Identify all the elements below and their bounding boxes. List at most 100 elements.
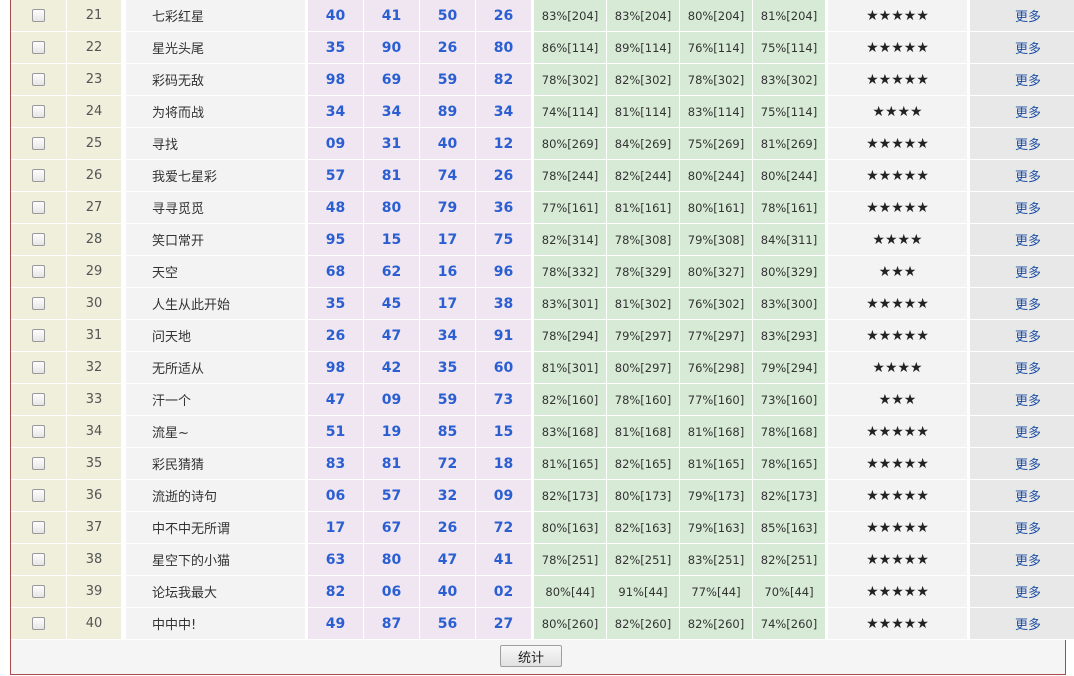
more-link[interactable]: 更多	[1015, 42, 1041, 57]
more-link[interactable]: 更多	[1015, 394, 1041, 409]
row-checkbox[interactable]	[32, 361, 45, 374]
predicted-number: 60	[476, 352, 532, 384]
predicted-number: 83	[308, 448, 364, 480]
row-index: 25	[67, 128, 122, 160]
more-link[interactable]: 更多	[1015, 330, 1041, 345]
more-link[interactable]: 更多	[1015, 490, 1041, 505]
more-cell: 更多	[970, 448, 1074, 480]
row-index: 23	[67, 64, 122, 96]
predicted-number: 95	[308, 224, 364, 256]
row-checkbox[interactable]	[32, 9, 45, 22]
row-checkbox-cell	[11, 384, 67, 416]
more-cell: 更多	[970, 256, 1074, 288]
predicted-number: 50	[420, 0, 476, 32]
predicted-number: 41	[476, 544, 532, 576]
predicted-number: 09	[364, 384, 420, 416]
more-link[interactable]: 更多	[1015, 522, 1041, 537]
row-checkbox[interactable]	[32, 137, 45, 150]
predicted-number: 17	[420, 224, 476, 256]
hit-rate: 75%[114]	[753, 96, 826, 128]
star-rating: ★★★★★	[828, 320, 968, 352]
more-link[interactable]: 更多	[1015, 458, 1041, 473]
row-checkbox[interactable]	[32, 41, 45, 54]
more-link[interactable]: 更多	[1015, 362, 1041, 377]
hit-rate: 83%[293]	[753, 320, 826, 352]
hit-rate: 74%[260]	[753, 608, 826, 640]
more-link[interactable]: 更多	[1015, 74, 1041, 89]
hit-rate: 82%[165]	[607, 448, 680, 480]
more-link[interactable]: 更多	[1015, 266, 1041, 281]
row-checkbox[interactable]	[32, 169, 45, 182]
row-checkbox[interactable]	[32, 425, 45, 438]
predicted-number: 82	[308, 576, 364, 608]
row-checkbox[interactable]	[32, 233, 45, 246]
more-cell: 更多	[970, 288, 1074, 320]
hit-rate: 80%[244]	[753, 160, 826, 192]
table-row: 22 星光头尾 35 90 26 80 86%[114] 89%[114] 76%[114] 75…	[11, 32, 1074, 64]
row-checkbox[interactable]	[32, 105, 45, 118]
predicted-number: 62	[364, 256, 420, 288]
row-checkbox-cell	[11, 320, 67, 352]
row-checkbox[interactable]	[32, 457, 45, 470]
more-cell: 更多	[970, 512, 1074, 544]
predicted-number: 51	[308, 416, 364, 448]
row-checkbox[interactable]	[32, 265, 45, 278]
row-checkbox[interactable]	[32, 617, 45, 630]
user-name: 中不中无所谓	[126, 512, 306, 544]
row-checkbox[interactable]	[32, 521, 45, 534]
more-link[interactable]: 更多	[1015, 426, 1041, 441]
more-link[interactable]: 更多	[1015, 10, 1041, 25]
hit-rate: 80%[161]	[680, 192, 753, 224]
row-checkbox[interactable]	[32, 553, 45, 566]
more-cell: 更多	[970, 96, 1074, 128]
predicted-number: 63	[308, 544, 364, 576]
row-checkbox[interactable]	[32, 585, 45, 598]
stat-button[interactable]: 统计	[500, 645, 562, 667]
row-index: 30	[67, 288, 122, 320]
more-link[interactable]: 更多	[1015, 298, 1041, 313]
more-link[interactable]: 更多	[1015, 138, 1041, 153]
row-checkbox[interactable]	[32, 297, 45, 310]
row-index: 27	[67, 192, 122, 224]
row-checkbox[interactable]	[32, 73, 45, 86]
predicted-number: 34	[420, 320, 476, 352]
predicted-number: 34	[308, 96, 364, 128]
table-row: 28 笑口常开 95 15 17 75 82%[314] 78%[308] 79%[308] 84…	[11, 224, 1074, 256]
more-link[interactable]: 更多	[1015, 554, 1041, 569]
hit-rate: 83%[114]	[680, 96, 753, 128]
more-cell: 更多	[970, 128, 1074, 160]
more-link[interactable]: 更多	[1015, 234, 1041, 249]
more-cell: 更多	[970, 160, 1074, 192]
star-rating: ★★★	[828, 384, 968, 416]
predicted-number: 87	[364, 608, 420, 640]
predicted-number: 35	[308, 288, 364, 320]
more-cell: 更多	[970, 32, 1074, 64]
more-link[interactable]: 更多	[1015, 106, 1041, 121]
row-checkbox-cell	[11, 256, 67, 288]
predicted-number: 85	[420, 416, 476, 448]
hit-rate: 81%[302]	[607, 288, 680, 320]
hit-rate: 74%[114]	[534, 96, 607, 128]
more-link[interactable]: 更多	[1015, 618, 1041, 633]
table-row: 32 无所适从 98 42 35 60 81%[301] 80%[297] 76%[298] 79…	[11, 352, 1074, 384]
row-checkbox[interactable]	[32, 393, 45, 406]
predicted-number: 59	[420, 384, 476, 416]
user-name: 彩码无敌	[126, 64, 306, 96]
row-checkbox[interactable]	[32, 329, 45, 342]
hit-rate: 77%[297]	[680, 320, 753, 352]
hit-rate: 80%[163]	[534, 512, 607, 544]
predicted-number: 80	[476, 32, 532, 64]
more-link[interactable]: 更多	[1015, 170, 1041, 185]
hit-rate: 78%[294]	[534, 320, 607, 352]
hit-rate: 82%[173]	[534, 480, 607, 512]
more-cell: 更多	[970, 416, 1074, 448]
hit-rate: 82%[163]	[607, 512, 680, 544]
row-index: 40	[67, 608, 122, 640]
row-checkbox[interactable]	[32, 489, 45, 502]
more-link[interactable]: 更多	[1015, 586, 1041, 601]
hit-rate: 80%[204]	[680, 0, 753, 32]
user-name: 星空下的小猫	[126, 544, 306, 576]
more-link[interactable]: 更多	[1015, 202, 1041, 217]
row-checkbox[interactable]	[32, 201, 45, 214]
hit-rate: 78%[244]	[534, 160, 607, 192]
